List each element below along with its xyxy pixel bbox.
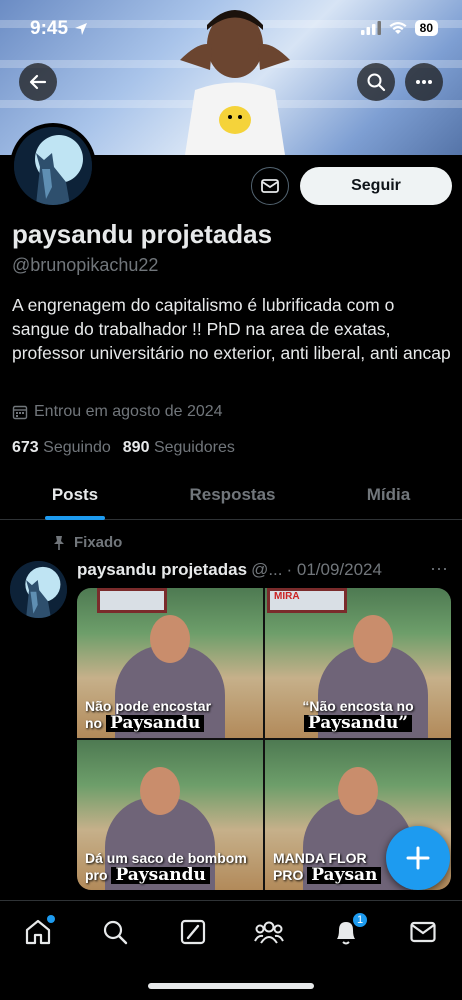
- followers-link[interactable]: 890 Seguidores: [123, 439, 235, 457]
- home-unread-dot: [47, 915, 55, 923]
- meme-panel: MIRA “Não encosta no Paysandu”: [265, 588, 451, 738]
- location-arrow-icon: [75, 23, 88, 35]
- notifications-badge: 1: [351, 911, 369, 929]
- back-button[interactable]: [19, 63, 57, 101]
- profile-display-name: paysandu projetadas: [12, 219, 273, 249]
- tab-media[interactable]: Mídia: [315, 470, 462, 519]
- meme-panel: Não pode encostar no Paysandu: [77, 588, 263, 738]
- meme-caption: Não pode encostar no Paysandu: [85, 698, 212, 733]
- tab-replies[interactable]: Respostas: [150, 470, 315, 519]
- pinned-label: Fixado: [52, 534, 122, 551]
- status-time: 9:45: [30, 18, 88, 40]
- more-button[interactable]: [405, 63, 443, 101]
- follow-button[interactable]: Seguir: [300, 167, 452, 205]
- active-tab-indicator: [45, 516, 105, 520]
- post-author-handle: @...: [251, 560, 283, 579]
- profile-tabs: Posts Respostas Mídia: [0, 470, 462, 520]
- arrow-left-icon: [29, 74, 47, 90]
- wolf-moon-avatar-image: [14, 127, 92, 205]
- search-icon: [367, 73, 386, 92]
- post-header: paysandu projetadas @... · 01/09/2024: [77, 560, 427, 580]
- profile-joined: Entrou em agosto de 2024: [12, 403, 223, 421]
- post-author-name[interactable]: paysandu projetadas: [77, 560, 247, 580]
- more-horizontal-icon: [416, 80, 432, 84]
- communities-icon: [254, 921, 284, 944]
- nav-home[interactable]: [21, 915, 55, 949]
- post-date: · 01/09/2024: [286, 560, 382, 579]
- post-author-avatar[interactable]: [10, 561, 67, 618]
- meme-panel: Dá um saco de bombom pro Paysandu: [77, 740, 263, 890]
- wifi-icon: [389, 22, 407, 34]
- pin-icon: [54, 535, 64, 550]
- tab-posts[interactable]: Posts: [0, 470, 150, 520]
- mail-icon: [261, 179, 279, 193]
- nav-notifications[interactable]: 1: [329, 911, 369, 949]
- meme-caption: Dá um saco de bombom pro Paysandu: [85, 850, 247, 885]
- search-icon: [103, 920, 128, 945]
- profile-bio: A engrenagem do capitalismo é lubrificad…: [12, 295, 451, 363]
- nav-grok[interactable]: [176, 915, 210, 949]
- meme-caption: “Não encosta no Paysandu”: [302, 698, 414, 733]
- profile-stats: 673 Seguindo 890 Seguidores: [12, 439, 235, 457]
- battery-indicator: 80: [414, 20, 438, 36]
- grok-icon: [180, 919, 206, 945]
- following-link[interactable]: 673 Seguindo: [12, 439, 111, 457]
- status-bar: 9:45 80: [0, 0, 462, 58]
- wolf-moon-avatar-image: [10, 561, 67, 618]
- mail-icon: [410, 921, 436, 943]
- plus-icon: [406, 846, 430, 870]
- calendar-icon: [12, 405, 28, 420]
- signal-icon: [360, 21, 381, 35]
- profile-handle: @brunopikachu22: [12, 255, 159, 275]
- message-button[interactable]: [251, 167, 289, 205]
- nav-messages[interactable]: [406, 915, 440, 949]
- profile-avatar[interactable]: [10, 123, 96, 209]
- home-indicator: [148, 983, 314, 989]
- post-more-button[interactable]: ···: [430, 558, 448, 579]
- nav-communities[interactable]: [252, 915, 286, 949]
- search-button[interactable]: [357, 63, 395, 101]
- nav-search[interactable]: [98, 915, 132, 949]
- compose-post-button[interactable]: [386, 826, 450, 890]
